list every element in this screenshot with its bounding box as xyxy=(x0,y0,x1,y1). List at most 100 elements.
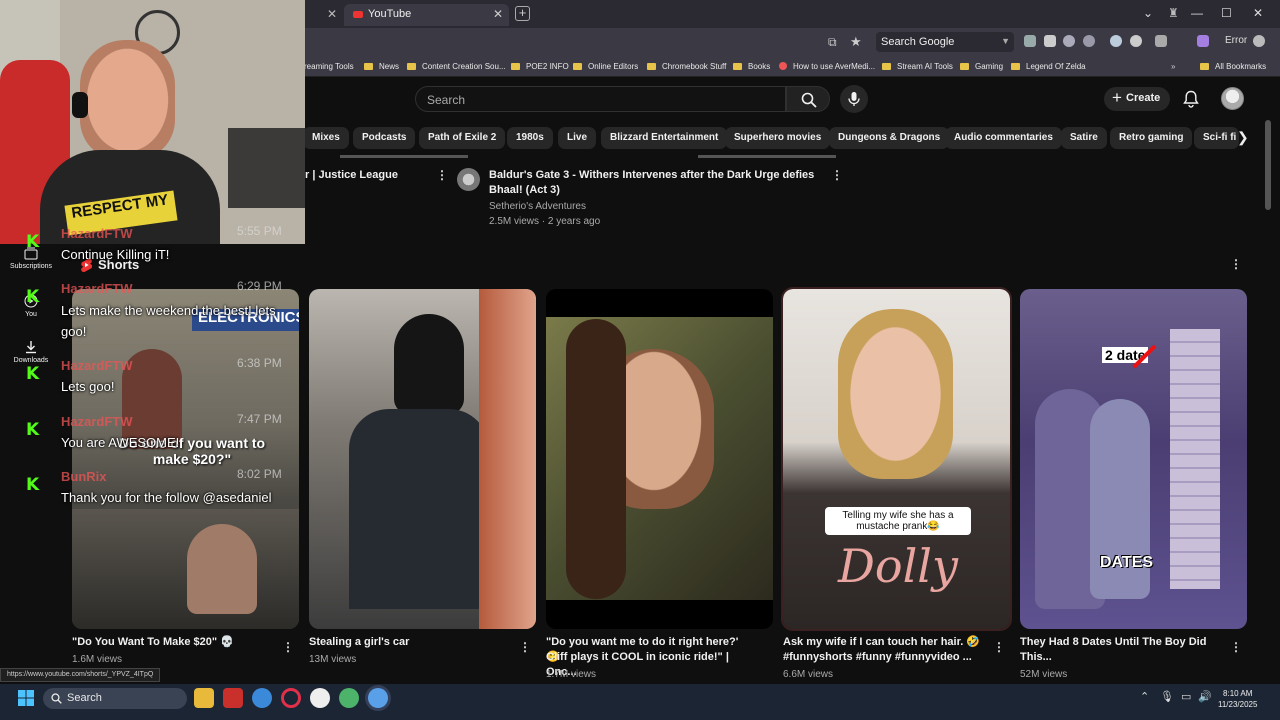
short-title-line[interactable]: This... xyxy=(1020,650,1225,665)
extension-icon[interactable] xyxy=(1110,35,1122,47)
bookmark-item[interactable]: Stream AI Tools xyxy=(882,62,953,71)
search-engine-box[interactable]: Search Google ▼ xyxy=(876,32,1014,52)
tab-youtube[interactable]: YouTube ✕ xyxy=(344,4,509,26)
chip-audio-commentaries[interactable]: Audio commentaries xyxy=(945,127,1062,149)
chip-blizzard-entertainment[interactable]: Blizzard Entertainment xyxy=(601,127,728,149)
channel-name[interactable]: Setherio's Adventures xyxy=(489,201,586,212)
bookmarks-overflow-icon[interactable]: » xyxy=(1171,62,1175,71)
video-thumbnail-edge[interactable] xyxy=(698,155,836,158)
kick-icon: K xyxy=(26,287,40,307)
extensions-puzzle-icon[interactable] xyxy=(1155,35,1167,47)
extension-icon[interactable]: ♜ xyxy=(1168,6,1179,20)
bookmark-item[interactable]: News xyxy=(364,62,399,71)
chip-sci-fi[interactable]: Sci-fi fi xyxy=(1194,127,1239,149)
video-thumbnail-edge[interactable] xyxy=(340,155,468,158)
error-badge[interactable]: Error xyxy=(1225,35,1247,46)
folder-icon xyxy=(882,63,891,70)
chip-path-of-exile-2[interactable]: Path of Exile 2 xyxy=(419,127,506,149)
video-title-line[interactable]: Bhaal! (Act 3) xyxy=(489,183,560,198)
settings-gear-icon[interactable] xyxy=(1253,35,1265,47)
more-options-icon[interactable]: ⋮ xyxy=(831,168,843,182)
page-scrollbar[interactable] xyxy=(1265,120,1271,210)
bookmark-item[interactable]: Content Creation Sou... xyxy=(407,62,506,71)
short-views: 1.7M views xyxy=(546,669,597,680)
tray-overflow-icon[interactable]: ⌃ xyxy=(1140,690,1149,703)
chip-satire[interactable]: Satire xyxy=(1061,127,1107,149)
short-title-line[interactable]: #funnyshorts #funny #funnyvideo ... xyxy=(783,650,988,665)
chip-dungeons-dragons[interactable]: Dungeons & Dragons xyxy=(829,127,950,149)
chip-superhero-movies[interactable]: Superhero movies xyxy=(725,127,831,149)
short-title[interactable]: Stealing a girl's car xyxy=(309,635,514,650)
more-options-icon[interactable]: ⋮ xyxy=(519,640,531,654)
video-title[interactable]: r | Justice League xyxy=(305,168,398,183)
short-thumbnail[interactable]: 2 date DATES xyxy=(1020,289,1247,629)
tab-title: YouTube xyxy=(368,8,412,20)
short-title-line[interactable]: Ask my wife if I can touch her hair. 🤣 xyxy=(783,635,988,650)
search-input[interactable]: Search xyxy=(415,86,786,112)
short-title[interactable]: "Do You Want To Make $20" 💀 xyxy=(72,635,277,650)
more-options-icon[interactable]: ⋮ xyxy=(1230,257,1242,271)
file-explorer-icon[interactable] xyxy=(194,688,214,708)
voice-search-button[interactable] xyxy=(840,85,868,113)
chrome-icon[interactable] xyxy=(310,688,330,708)
extension-icon[interactable] xyxy=(1044,35,1056,47)
chip-1980s[interactable]: 1980s xyxy=(507,127,553,149)
chevron-right-icon[interactable]: ❯ xyxy=(1237,129,1249,146)
taskbar-search[interactable]: Search xyxy=(43,688,187,709)
video-title-line[interactable]: Baldur's Gate 3 - Withers Intervenes aft… xyxy=(489,168,814,183)
bookmark-item[interactable]: POE2 INFO xyxy=(511,62,569,71)
bookmark-item[interactable]: Gaming xyxy=(960,62,1003,71)
bookmark-item[interactable]: All Bookmarks xyxy=(1200,62,1266,71)
bookmark-item[interactable]: reaming Tools xyxy=(304,62,354,71)
chip-live[interactable]: Live xyxy=(558,127,597,149)
account-avatar[interactable] xyxy=(1221,87,1244,110)
new-tab-button[interactable]: + xyxy=(515,6,530,21)
app-icon[interactable] xyxy=(223,688,243,708)
close-tab-icon[interactable]: ✕ xyxy=(327,7,337,21)
minimize-button[interactable]: — xyxy=(1191,6,1203,20)
more-options-icon[interactable]: ⋮ xyxy=(1230,640,1242,654)
bookmark-item[interactable]: Chromebook Stuff xyxy=(647,62,726,71)
more-options-icon[interactable]: ⋮ xyxy=(993,640,1005,654)
bookmark-item[interactable]: Legend Of Zelda xyxy=(1011,62,1086,71)
opera-icon[interactable] xyxy=(281,688,301,708)
bookmark-star-icon[interactable]: ★ xyxy=(850,34,862,50)
bookmark-item[interactable]: Online Editors xyxy=(573,62,638,71)
extension-icon[interactable] xyxy=(1083,35,1095,47)
windows-start-icon[interactable] xyxy=(17,689,35,707)
microphone-icon[interactable]: 🎙 xyxy=(1160,690,1174,703)
search-button[interactable] xyxy=(786,86,830,112)
window-close-button[interactable]: ✕ xyxy=(1253,6,1263,20)
profile-icon[interactable] xyxy=(1197,35,1209,47)
more-options-icon[interactable]: ⋮ xyxy=(436,168,448,182)
app-icon[interactable] xyxy=(339,688,359,708)
short-thumbnail[interactable] xyxy=(546,289,773,629)
volume-icon[interactable]: 🔊 xyxy=(1198,690,1212,703)
active-browser-icon[interactable] xyxy=(368,688,388,708)
tab-list-chevron-icon[interactable]: ⌄ xyxy=(1143,6,1153,20)
chip-podcasts[interactable]: Podcasts xyxy=(353,127,416,149)
short-thumbnail[interactable]: Dolly Telling my wife she has a mustache … xyxy=(781,287,1012,631)
search-icon xyxy=(51,693,62,704)
network-icon[interactable]: ▭ xyxy=(1181,690,1191,703)
favicon-icon xyxy=(779,62,787,70)
extension-icon[interactable] xyxy=(1024,35,1036,47)
close-icon[interactable]: ✕ xyxy=(493,7,503,21)
taskbar-clock[interactable]: 8:10 AM 11/23/2025 xyxy=(1218,688,1257,710)
browser-icon[interactable] xyxy=(252,688,272,708)
extension-icon[interactable] xyxy=(1063,35,1075,47)
maximize-button[interactable]: ☐ xyxy=(1221,6,1232,20)
sidebar-item-downloads[interactable]: Downloads xyxy=(9,340,53,364)
create-button[interactable]: + Create xyxy=(1104,87,1170,111)
more-options-icon[interactable]: ⋮ xyxy=(282,640,294,654)
bookmark-item[interactable]: How to use AverMedi... xyxy=(779,62,875,71)
notifications-bell-icon[interactable] xyxy=(1183,90,1199,108)
short-title-line[interactable]: They Had 8 Dates Until The Boy Did xyxy=(1020,635,1225,650)
chip-retro-gaming[interactable]: Retro gaming xyxy=(1110,127,1193,149)
channel-avatar[interactable] xyxy=(457,168,480,191)
cast-icon[interactable]: ⧉ xyxy=(828,35,837,50)
chip-mixes[interactable]: Mixes xyxy=(303,127,349,149)
short-thumbnail[interactable] xyxy=(309,289,536,629)
extension-icon[interactable] xyxy=(1130,35,1142,47)
bookmark-item[interactable]: Books xyxy=(733,62,770,71)
